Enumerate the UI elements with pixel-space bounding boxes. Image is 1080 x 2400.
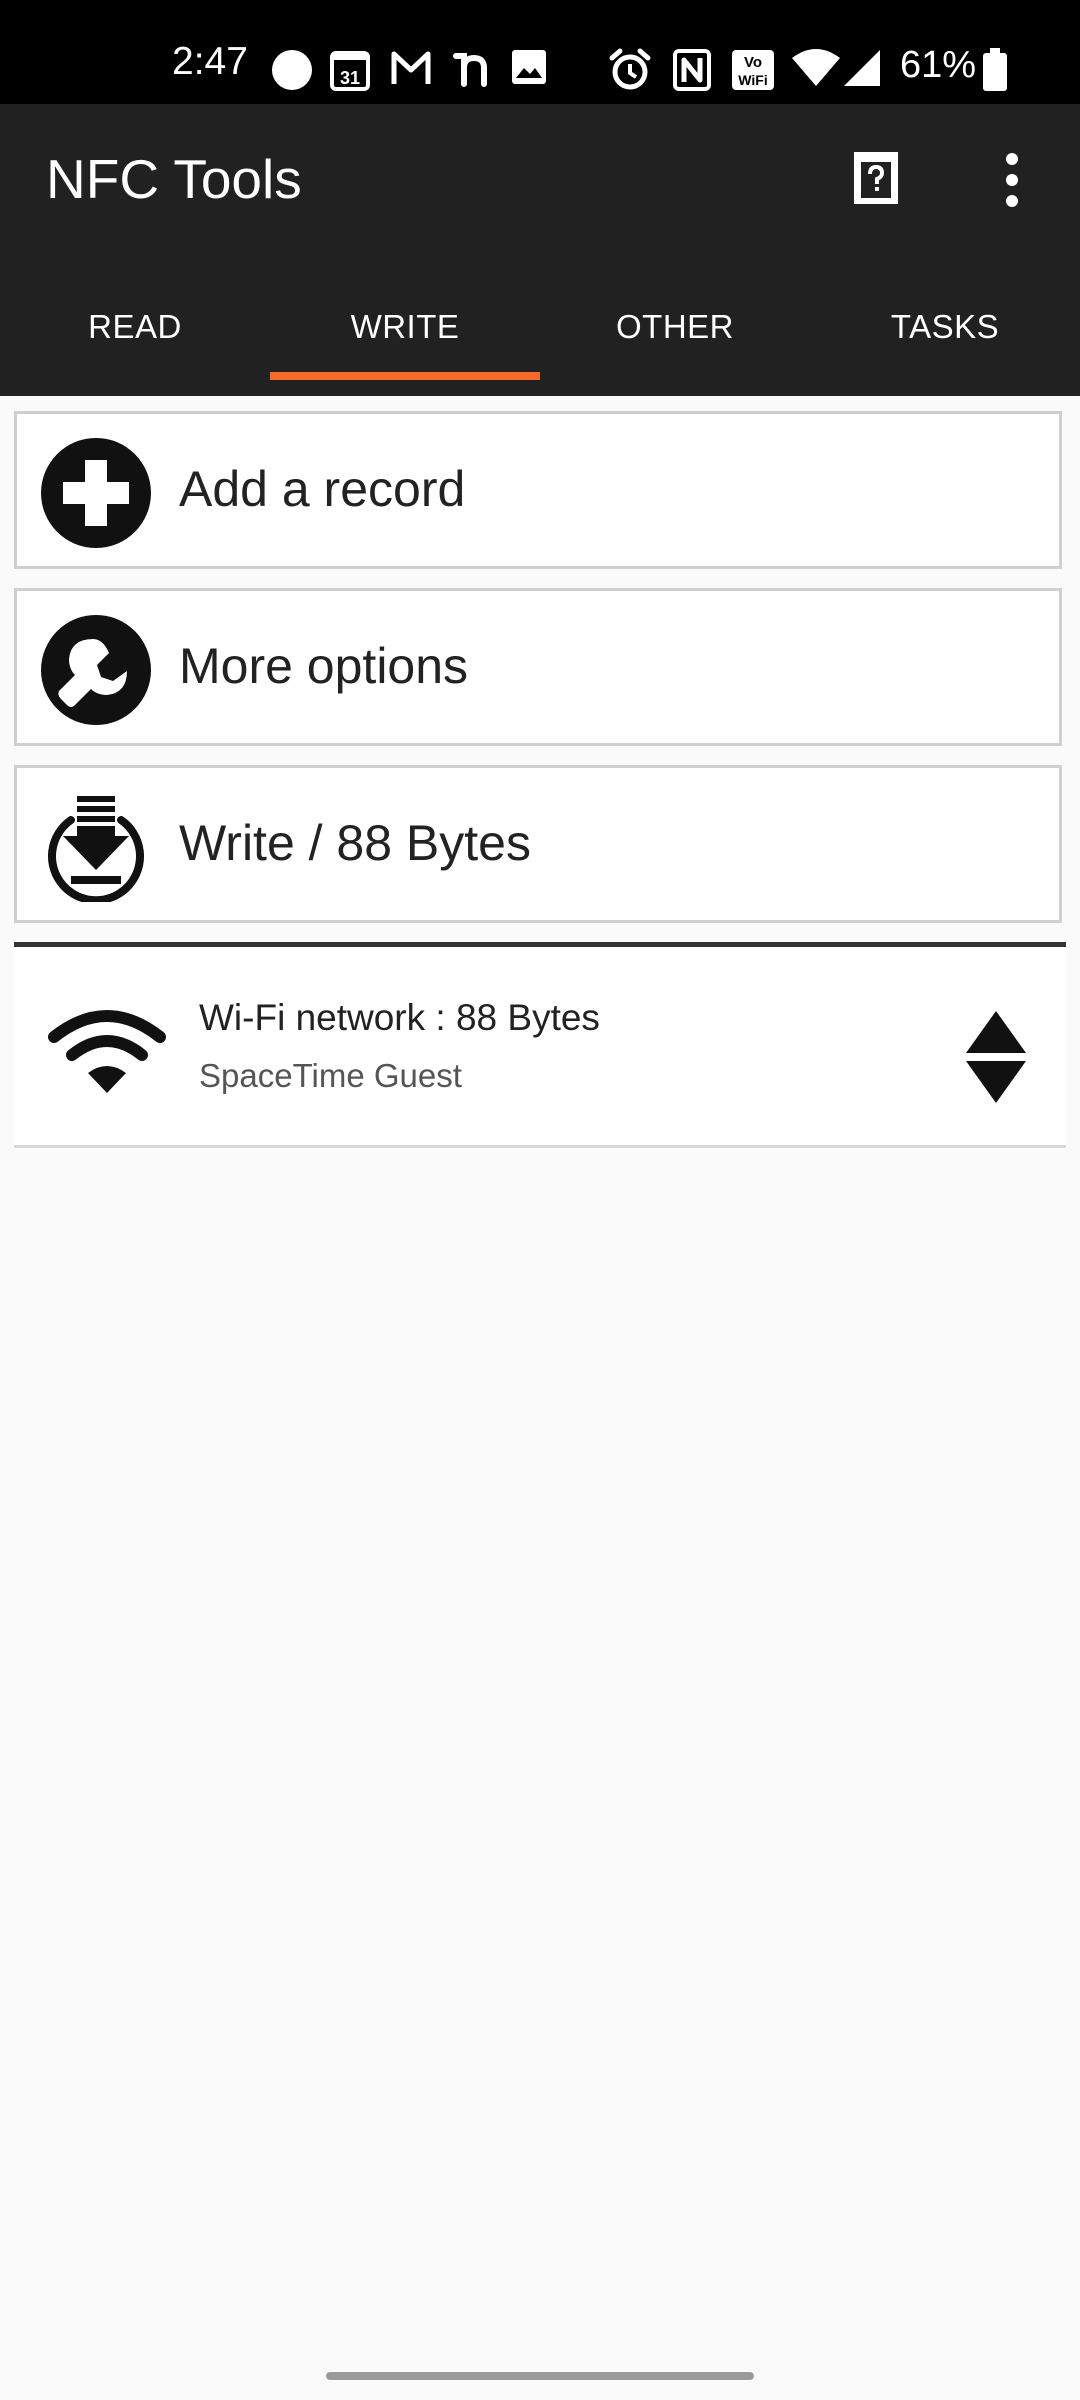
add-record-button[interactable]: Add a record bbox=[14, 411, 1062, 569]
tab-write[interactable]: WRITE bbox=[270, 266, 540, 388]
help-icon[interactable] bbox=[848, 148, 904, 208]
home-indicator[interactable] bbox=[326, 2372, 754, 2380]
write-download-icon bbox=[48, 796, 144, 902]
calendar-icon: 31 bbox=[330, 51, 370, 91]
wifi-icon bbox=[48, 1010, 166, 1093]
signal-icon bbox=[844, 50, 880, 86]
more-options-button[interactable]: More options bbox=[14, 588, 1062, 746]
status-time: 2:47 bbox=[172, 40, 248, 83]
wifi-icon bbox=[792, 49, 840, 86]
record-subtitle: SpaceTime Guest bbox=[199, 1057, 462, 1094]
gmail-icon bbox=[391, 51, 431, 84]
add-record-label: Add a record bbox=[179, 461, 466, 517]
app-bar: NFC Tools READ WRITE OTHER TASKS bbox=[0, 104, 1080, 396]
app-title: NFC Tools bbox=[46, 148, 302, 210]
svg-text:Vo: Vo bbox=[744, 54, 762, 71]
vowifi-icon: Vo WiFi bbox=[732, 50, 774, 90]
add-circle-icon bbox=[41, 438, 151, 548]
record-item[interactable]: Wi-Fi network : 88 Bytes SpaceTime Guest bbox=[14, 942, 1066, 1148]
write-button[interactable]: Write / 88 Bytes bbox=[14, 765, 1062, 923]
more-vert-icon[interactable] bbox=[988, 152, 1036, 208]
circle-icon bbox=[272, 50, 312, 90]
svg-text:WiFi: WiFi bbox=[738, 72, 767, 88]
tab-tasks[interactable]: TASKS bbox=[810, 266, 1080, 388]
wrench-icon bbox=[41, 615, 151, 725]
tab-read[interactable]: READ bbox=[0, 266, 270, 388]
nfc-icon bbox=[673, 49, 711, 91]
more-options-label: More options bbox=[179, 638, 469, 694]
alarm-icon bbox=[609, 48, 651, 90]
reorder-icon[interactable] bbox=[966, 1011, 1026, 1103]
record-title: Wi-Fi network : 88 Bytes bbox=[199, 997, 600, 1038]
tab-other[interactable]: OTHER bbox=[540, 266, 810, 388]
app-icon bbox=[453, 53, 487, 87]
calendar-day: 31 bbox=[340, 68, 360, 88]
image-icon bbox=[512, 50, 546, 84]
battery-percent: 61% bbox=[900, 44, 977, 86]
tab-bar: READ WRITE OTHER TASKS bbox=[0, 266, 1080, 396]
battery-icon bbox=[983, 48, 1007, 91]
tab-indicator bbox=[270, 372, 540, 380]
write-label: Write / 88 Bytes bbox=[179, 815, 531, 871]
status-bar: 2:47 31 Vo WiFi 61% bbox=[0, 0, 1080, 104]
